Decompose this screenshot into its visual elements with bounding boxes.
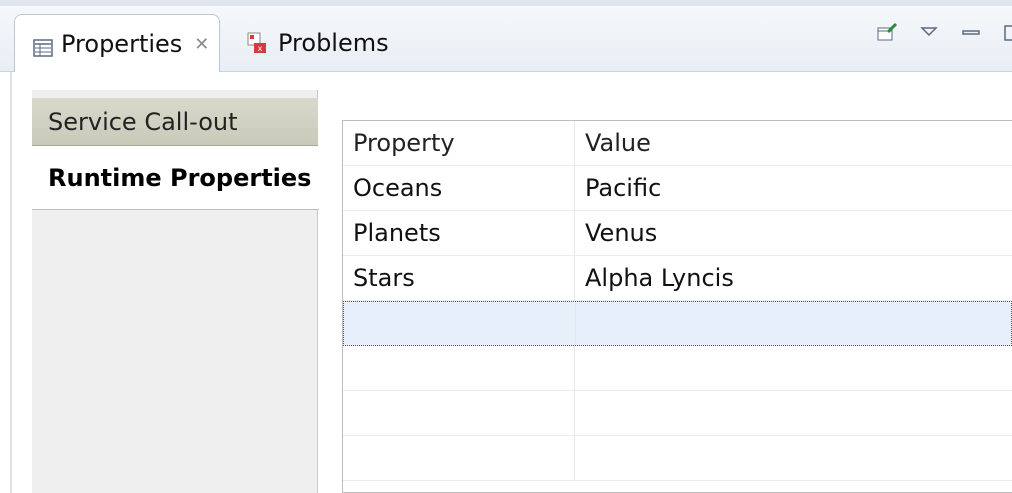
runtime-properties-table: Property Value Oceans Pacific Planets Ve… <box>342 120 1012 493</box>
tabbar-top-strip <box>0 0 1012 6</box>
view-left-border <box>10 72 12 493</box>
property-cell[interactable]: Stars <box>343 256 575 300</box>
value-cell[interactable]: Venus <box>575 211 1012 255</box>
sidebar-item-label: Service Call-out <box>48 107 238 136</box>
tab-properties[interactable]: Properties ✕ <box>14 14 221 73</box>
sidebar-item-runtime-properties[interactable]: Runtime Properties <box>32 146 319 210</box>
table-header-row: Property Value <box>343 121 1012 166</box>
property-cell[interactable] <box>343 391 575 435</box>
problems-icon: x <box>246 31 270 55</box>
properties-section-tabs: Service Call-out Runtime Properties <box>32 90 319 493</box>
tab-problems-label: Problems <box>278 29 389 57</box>
sidebar-item-label: Runtime Properties <box>48 163 312 192</box>
table-row[interactable] <box>343 391 1012 436</box>
table-row[interactable] <box>343 346 1012 391</box>
properties-icon <box>33 35 53 57</box>
value-cell[interactable]: Alpha Lyncis <box>575 256 1012 300</box>
tab-problems[interactable]: x Problems <box>246 14 389 72</box>
value-cell[interactable]: Pacific <box>575 166 1012 210</box>
svg-text:x: x <box>258 44 263 53</box>
pin-edit-icon[interactable] <box>876 22 898 44</box>
column-header-value[interactable]: Value <box>575 121 1012 165</box>
table-row[interactable]: Oceans Pacific <box>343 166 1012 211</box>
value-cell[interactable] <box>576 302 1011 345</box>
table-row[interactable]: Stars Alpha Lyncis <box>343 256 1012 301</box>
view-menu-icon[interactable] <box>918 22 940 44</box>
view-toolbar <box>876 22 1012 44</box>
table-row[interactable]: Planets Venus <box>343 211 1012 256</box>
minimize-icon[interactable] <box>960 22 982 44</box>
maximize-icon[interactable] <box>1002 22 1012 44</box>
property-cell[interactable] <box>343 436 575 480</box>
property-cell[interactable] <box>344 302 576 345</box>
close-icon[interactable]: ✕ <box>194 34 209 55</box>
value-cell[interactable] <box>575 436 1012 480</box>
sidebar-item-service-call-out[interactable]: Service Call-out <box>32 98 318 146</box>
property-cell[interactable]: Oceans <box>343 166 575 210</box>
table-row-new-entry[interactable] <box>343 301 1012 346</box>
table-row[interactable] <box>343 436 1012 481</box>
tab-properties-label: Properties <box>61 30 183 58</box>
view-tab-bar: Properties ✕ x Problems <box>0 0 1012 73</box>
value-cell[interactable] <box>575 346 1012 390</box>
column-header-property[interactable]: Property <box>343 121 575 165</box>
property-cell[interactable] <box>343 346 575 390</box>
property-cell[interactable]: Planets <box>343 211 575 255</box>
value-cell[interactable] <box>575 391 1012 435</box>
properties-view-content: Service Call-out Runtime Properties Prop… <box>0 72 1012 493</box>
